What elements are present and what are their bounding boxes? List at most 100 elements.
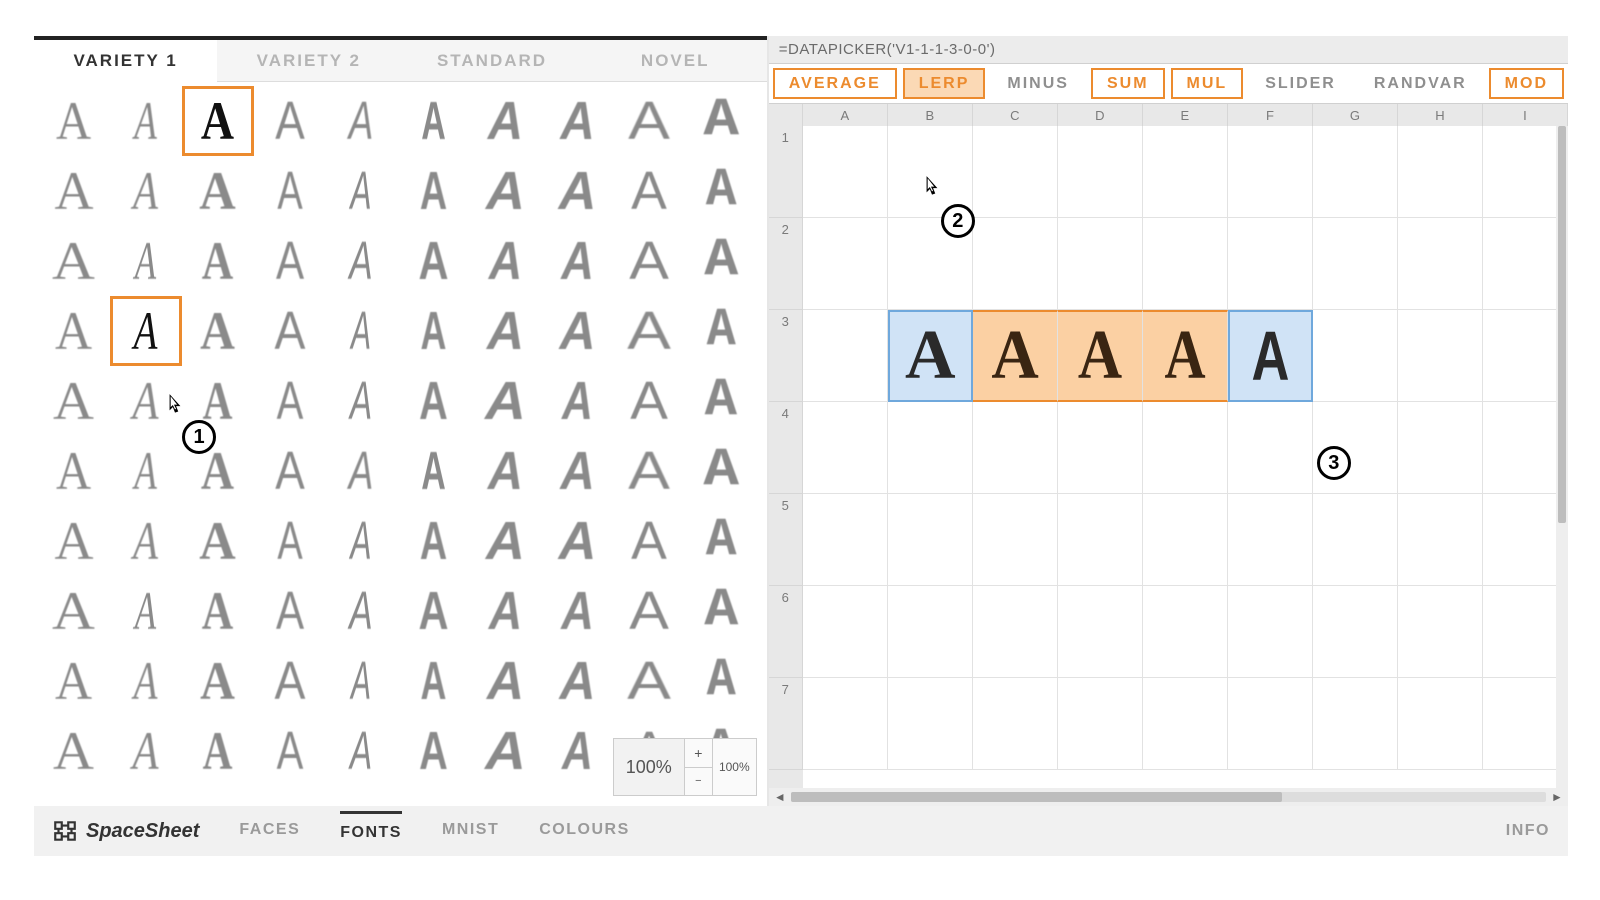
glyph-cell[interactable]: A [685,576,757,646]
glyph-cell[interactable]: A [469,506,541,576]
glyph-cell[interactable]: A [182,576,254,646]
glyph-cell[interactable]: A [326,156,398,226]
cell[interactable] [973,402,1058,494]
row-header[interactable]: 7 [769,678,803,770]
glyph-cell[interactable]: A [326,86,398,156]
glyph-cell[interactable]: A [254,646,326,716]
footer-tab-mnist[interactable]: MNIST [442,821,499,842]
glyph-cell[interactable]: A [613,156,685,226]
glyph-cell[interactable]: A [397,646,469,716]
glyph-cell[interactable]: A [182,156,254,226]
glyph-cell[interactable]: A [110,86,182,156]
glyph-cell[interactable]: A [613,436,685,506]
glyph-cell[interactable]: A [397,366,469,436]
cell[interactable] [1313,126,1398,218]
cell[interactable] [888,586,973,678]
row-header[interactable]: 3 [769,310,803,402]
glyph-cell[interactable]: A [685,366,757,436]
column-header[interactable]: B [888,104,973,126]
cell[interactable] [973,218,1058,310]
glyph-cell[interactable]: A [182,716,254,786]
cell[interactable] [1228,218,1313,310]
cell[interactable] [803,126,888,218]
glyph-cell[interactable]: A [469,716,541,786]
info-link[interactable]: INFO [1506,822,1550,840]
horizontal-scroll-track[interactable] [791,792,1546,802]
cell[interactable] [1228,494,1313,586]
tab-variety-2[interactable]: VARIETY 2 [217,40,400,82]
op-mod[interactable]: MOD [1489,68,1564,99]
glyph-cell[interactable]: A [110,506,182,576]
glyph-cell[interactable]: A [397,296,469,366]
glyph-cell[interactable]: A [38,506,110,576]
glyph-cell[interactable]: A [110,296,182,366]
glyph-cell[interactable]: A [469,366,541,436]
cell[interactable] [1058,126,1143,218]
glyph-cell[interactable]: A [397,156,469,226]
tab-novel[interactable]: NOVEL [584,40,767,82]
cell[interactable]: A [888,310,973,402]
glyph-cell[interactable]: A [254,506,326,576]
footer-tab-fonts[interactable]: FONTS [340,811,402,842]
op-randvar[interactable]: RANDVAR [1358,68,1483,99]
glyph-cell[interactable]: A [326,576,398,646]
cell[interactable] [1143,402,1228,494]
glyph-cell[interactable]: A [182,506,254,576]
glyph-cell[interactable]: A [254,156,326,226]
glyph-cell[interactable]: A [613,646,685,716]
glyph-cell[interactable]: A [38,86,110,156]
cell[interactable] [803,678,888,770]
cell[interactable] [1313,586,1398,678]
glyph-cell[interactable]: A [254,366,326,436]
glyph-cell[interactable]: A [469,646,541,716]
glyph-cell[interactable]: A [182,296,254,366]
tab-standard[interactable]: STANDARD [400,40,583,82]
glyph-cell[interactable]: A [541,86,613,156]
cell[interactable]: A [1058,310,1143,402]
op-sum[interactable]: SUM [1091,68,1165,99]
cell[interactable]: A [1143,310,1228,402]
glyph-cell[interactable]: A [326,716,398,786]
horizontal-scrollbar[interactable]: ◄ ► [769,788,1568,806]
glyph-cell[interactable]: A [613,86,685,156]
cell[interactable] [1313,218,1398,310]
cell[interactable] [1228,126,1313,218]
cell[interactable] [1398,586,1483,678]
glyph-cell[interactable]: A [38,576,110,646]
cell[interactable] [1398,678,1483,770]
glyph-cell[interactable]: A [254,716,326,786]
cell[interactable] [1143,678,1228,770]
glyph-cell[interactable]: A [38,646,110,716]
cell[interactable] [888,402,973,494]
glyph-cell[interactable]: A [541,576,613,646]
footer-tab-faces[interactable]: FACES [239,821,300,842]
glyph-cell[interactable]: A [469,576,541,646]
glyph-cell[interactable]: A [254,226,326,296]
glyph-cell[interactable]: A [254,86,326,156]
column-header[interactable]: G [1313,104,1398,126]
glyph-cell[interactable]: A [254,436,326,506]
column-header[interactable]: A [803,104,888,126]
cell[interactable] [1228,402,1313,494]
cell[interactable] [1143,126,1228,218]
glyph-cell[interactable]: A [38,226,110,296]
glyph-grid[interactable]: AAAAAAAAAAAAAAAAAAAAAAAAAAAAAAAAAAAAAAAA… [34,82,767,790]
glyph-cell[interactable]: A [254,576,326,646]
zoom-in-button[interactable]: + [685,739,712,768]
op-average[interactable]: AVERAGE [773,68,897,99]
glyph-cell[interactable]: A [110,156,182,226]
glyph-cell[interactable]: A [685,646,757,716]
column-header[interactable]: H [1398,104,1483,126]
op-lerp[interactable]: LERP [903,68,986,99]
glyph-cell[interactable]: A [182,86,254,156]
glyph-cell[interactable]: A [541,296,613,366]
vertical-scrollbar[interactable] [1556,126,1568,788]
glyph-cell[interactable]: A [613,226,685,296]
glyph-cell[interactable]: A [397,716,469,786]
glyph-cell[interactable]: A [469,156,541,226]
glyph-cell[interactable]: A [182,226,254,296]
cell[interactable] [1398,218,1483,310]
cell[interactable] [973,586,1058,678]
cell[interactable] [888,494,973,586]
cell[interactable] [803,494,888,586]
